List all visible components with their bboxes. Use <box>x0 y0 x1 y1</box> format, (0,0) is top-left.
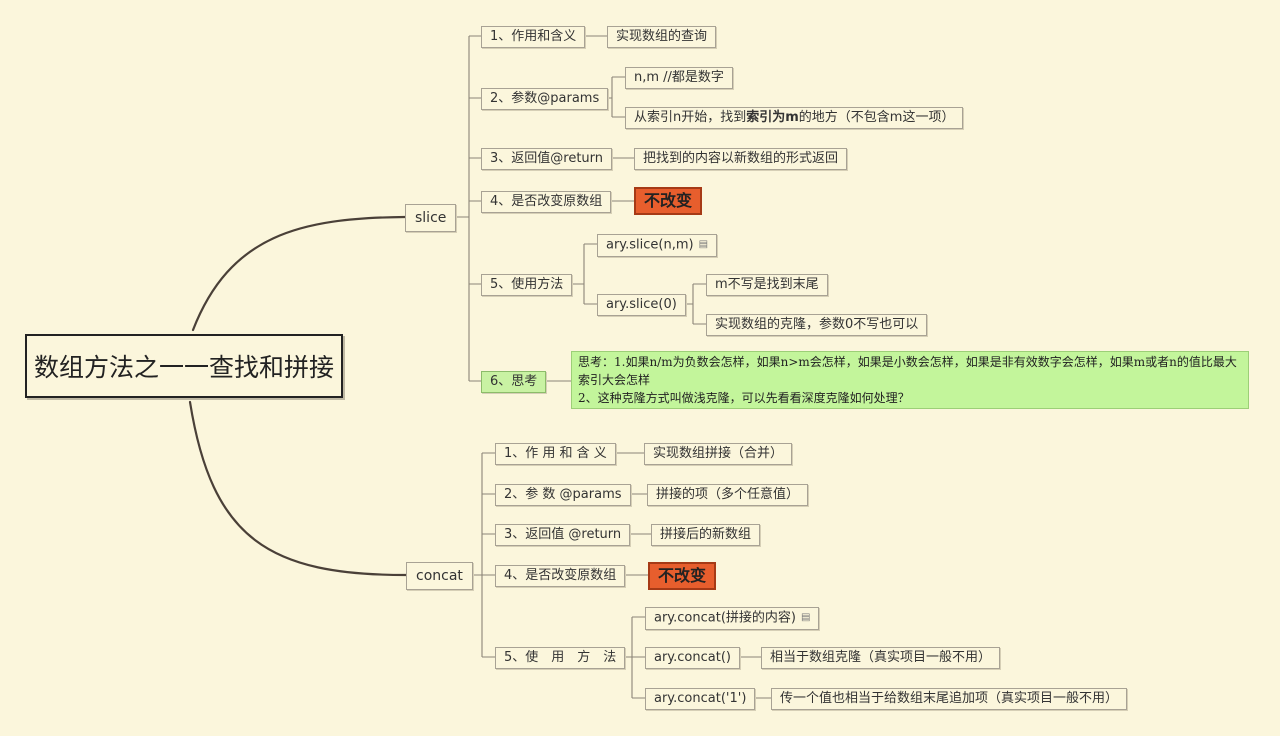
concat-item-purpose[interactable]: 1、作 用 和 含 义 <box>495 443 616 465</box>
slice-item-purpose[interactable]: 1、作用和含义 <box>481 26 586 48</box>
concat-usage-note-clone[interactable]: 相当于数组克隆（真实项目一般不用） <box>761 647 1001 669</box>
note-attachment-icon[interactable]: ▤ <box>699 235 708 255</box>
slice-purpose-value[interactable]: 实现数组的查询 <box>607 26 717 48</box>
concat-no-change-badge[interactable]: 不改变 <box>648 562 717 590</box>
concat-usage-code-empty[interactable]: ary.concat() <box>645 647 740 669</box>
concat-purpose-value[interactable]: 实现数组拼接（合并） <box>644 443 793 465</box>
slice-item-return[interactable]: 3、返回值@return <box>481 148 613 170</box>
concat-usage-note-append[interactable]: 传一个值也相当于给数组末尾追加项（真实项目一般不用） <box>771 688 1128 710</box>
concat-item-mutate[interactable]: 4、是否改变原数组 <box>495 565 626 587</box>
think-note[interactable]: 思考：1.如果n/m为负数会怎样，如果n>m会怎样，如果是小数会怎样，如果是非有… <box>571 351 1249 409</box>
slice-item-think[interactable]: 6、思考 <box>481 371 547 393</box>
concat-return-value[interactable]: 拼接后的新数组 <box>651 524 761 546</box>
concat-usage-code-content[interactable]: ary.concat(拼接的内容) ▤ <box>645 607 820 630</box>
central-topic[interactable]: 数组方法之一一查找和拼接 <box>25 334 343 398</box>
think-note-line2: 2、这种克隆方式叫做浅克隆，可以先看看深度克隆如何处理？ <box>578 391 910 405</box>
root-to-slice-curve <box>191 215 407 332</box>
slice-item-mutate[interactable]: 4、是否改变原数组 <box>481 191 612 213</box>
slice-item-params[interactable]: 2、参数@params <box>481 88 609 110</box>
topic-concat[interactable]: concat <box>406 562 473 590</box>
note-attachment-icon[interactable]: ▤ <box>801 608 810 628</box>
desc-pre: 从索引n开始，找到 <box>634 110 747 125</box>
slice-usage-note-m[interactable]: m不写是找到末尾 <box>706 274 828 296</box>
slice-usage-note-clone[interactable]: 实现数组的克隆，参数0不写也可以 <box>706 314 928 336</box>
slice-item-usage[interactable]: 5、使用方法 <box>481 274 573 296</box>
slice-params-value[interactable]: n,m //都是数字 <box>625 67 733 89</box>
concat-item-params[interactable]: 2、参 数 @params <box>495 484 631 506</box>
desc-post: 的地方（不包含m这一项） <box>798 110 955 125</box>
slice-usage-code-zero[interactable]: ary.slice(0) <box>597 294 686 316</box>
slice-no-change-badge[interactable]: 不改变 <box>634 187 703 215</box>
think-note-line1: 思考：1.如果n/m为负数会怎样，如果n>m会怎样，如果是小数会怎样，如果是非有… <box>578 355 1237 387</box>
slice-usage-code-nm[interactable]: ary.slice(n,m) ▤ <box>597 234 718 257</box>
code-text: ary.concat(拼接的内容) <box>654 610 796 626</box>
slice-params-description[interactable]: 从索引n开始，找到索引为m的地方（不包含m这一项） <box>625 107 964 129</box>
concat-item-return[interactable]: 3、返回值 @return <box>495 524 631 546</box>
desc-bold: 索引为m <box>746 110 799 125</box>
topic-slice[interactable]: slice <box>405 204 457 232</box>
code-text: ary.slice(n,m) <box>606 237 694 253</box>
slice-return-value[interactable]: 把找到的内容以新数组的形式返回 <box>634 148 848 170</box>
concat-usage-code-one[interactable]: ary.concat('1') <box>645 688 756 710</box>
root-to-concat-curve <box>188 400 408 577</box>
concat-params-value[interactable]: 拼接的项（多个任意值） <box>647 484 809 506</box>
concat-item-usage[interactable]: 5、使 用 方 法 <box>495 647 626 669</box>
